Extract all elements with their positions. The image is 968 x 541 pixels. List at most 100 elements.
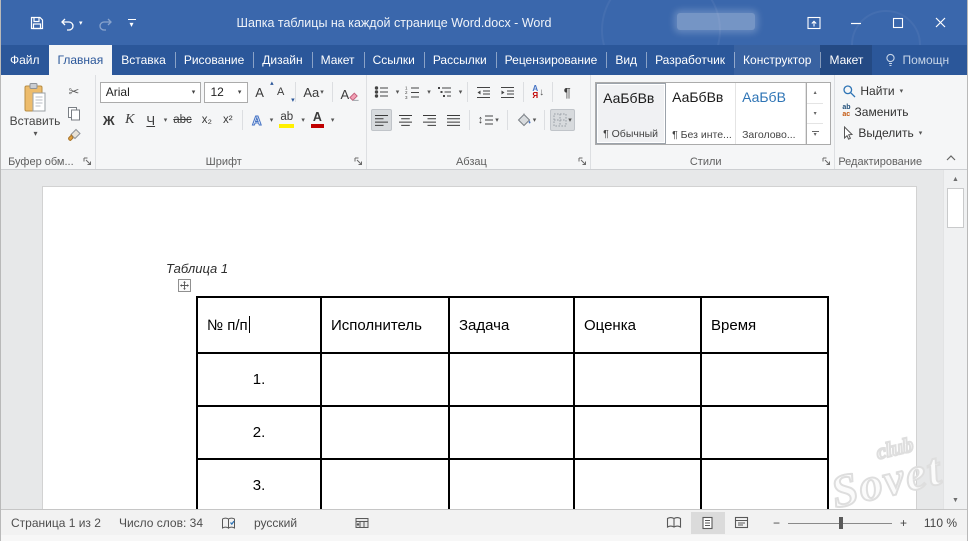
superscript-button[interactable]: x² bbox=[219, 109, 237, 131]
select-button[interactable]: Выделить ▾ bbox=[839, 122, 928, 143]
word-count[interactable]: Число слов: 34 bbox=[119, 516, 203, 530]
table-cell[interactable] bbox=[701, 459, 828, 509]
maximize-button[interactable] bbox=[877, 0, 919, 45]
numbering-dropdown-icon[interactable]: ▾ bbox=[427, 88, 431, 96]
document-page[interactable]: Таблица 1 № п/п Исполнитель Задача Оценк… bbox=[42, 186, 917, 509]
underline-button[interactable]: Ч bbox=[142, 109, 160, 131]
align-right-button[interactable] bbox=[419, 109, 440, 131]
table-cell[interactable] bbox=[574, 459, 701, 509]
style-heading1[interactable]: АаБбВ Заголово... bbox=[736, 83, 806, 144]
undo-dropdown-icon[interactable]: ▾ bbox=[79, 19, 83, 27]
print-layout-icon[interactable] bbox=[691, 512, 725, 534]
underline-dropdown-icon[interactable]: ▾ bbox=[164, 116, 168, 124]
table-cell[interactable] bbox=[449, 406, 574, 459]
font-size-dropdown-icon[interactable]: ▾ bbox=[233, 83, 247, 102]
grow-font-button[interactable]: А▴ bbox=[251, 81, 269, 103]
close-button[interactable] bbox=[919, 0, 961, 45]
line-spacing-button[interactable]: ↕▾ bbox=[475, 109, 502, 131]
bold-button[interactable]: Ж bbox=[100, 109, 118, 131]
shrink-font-button[interactable]: А▾ bbox=[272, 81, 290, 103]
scrollbar-up-icon[interactable]: ▲ bbox=[944, 171, 967, 187]
table-cell[interactable]: 1. bbox=[197, 353, 321, 406]
page-indicator[interactable]: Страница 1 из 2 bbox=[11, 516, 101, 530]
table-cell[interactable] bbox=[321, 459, 449, 509]
tell-me-button[interactable]: Помощн bbox=[876, 45, 957, 75]
find-dropdown-icon[interactable]: ▾ bbox=[900, 87, 904, 95]
bullets-icon[interactable] bbox=[371, 81, 392, 103]
read-mode-icon[interactable] bbox=[657, 512, 691, 534]
collapse-ribbon-icon[interactable] bbox=[945, 153, 957, 163]
change-case-button[interactable]: Aa▾ bbox=[301, 81, 327, 103]
multilevel-dropdown-icon[interactable]: ▾ bbox=[459, 88, 463, 96]
table-cell[interactable] bbox=[701, 406, 828, 459]
language-indicator[interactable]: русский bbox=[254, 516, 297, 530]
font-color-dropdown-icon[interactable]: ▾ bbox=[331, 116, 335, 124]
highlight-dropdown-icon[interactable]: ▾ bbox=[301, 116, 305, 124]
numbering-icon[interactable]: 123 bbox=[402, 81, 423, 103]
style-normal[interactable]: АаБбВв ¶ Обычный bbox=[596, 83, 666, 144]
clear-formatting-button[interactable]: А bbox=[338, 81, 363, 103]
tab-table-layout[interactable]: Макет bbox=[820, 45, 872, 75]
decrease-indent-icon[interactable] bbox=[473, 81, 494, 103]
paste-button[interactable]: Вставить ▾ bbox=[9, 82, 61, 138]
select-dropdown-icon[interactable]: ▾ bbox=[919, 129, 923, 137]
tab-mailings[interactable]: Рассылки bbox=[424, 45, 496, 75]
align-center-button[interactable] bbox=[395, 109, 416, 131]
style-no-spacing[interactable]: АаБбВв ¶ Без инте... bbox=[666, 83, 736, 144]
text-effects-button[interactable]: А bbox=[248, 109, 266, 131]
tab-home[interactable]: Главная bbox=[49, 45, 113, 75]
ribbon-display-options-button[interactable] bbox=[793, 0, 835, 45]
table-header-cell[interactable]: Исполнитель bbox=[321, 297, 449, 353]
scrollbar-down-icon[interactable]: ▼ bbox=[944, 492, 967, 508]
font-color-button[interactable]: А bbox=[308, 109, 327, 131]
zoom-in-button[interactable]: + bbox=[900, 516, 907, 530]
format-painter-icon[interactable] bbox=[65, 128, 83, 143]
table-cell[interactable] bbox=[574, 353, 701, 406]
font-size-combobox[interactable]: 12 ▾ bbox=[204, 82, 247, 103]
bullets-dropdown-icon[interactable]: ▾ bbox=[396, 88, 400, 96]
show-paragraph-marks-button[interactable]: ¶ bbox=[558, 81, 576, 103]
table-cell[interactable] bbox=[449, 353, 574, 406]
table-cell[interactable] bbox=[321, 406, 449, 459]
table-cell[interactable] bbox=[449, 459, 574, 509]
tab-file[interactable]: Файл bbox=[1, 45, 49, 75]
tab-insert[interactable]: Вставка bbox=[112, 45, 175, 75]
find-button[interactable]: Найти ▾ bbox=[839, 80, 928, 101]
minimize-button[interactable] bbox=[835, 0, 877, 45]
align-left-button[interactable] bbox=[371, 109, 392, 131]
styles-scroll-down-icon[interactable]: ▾ bbox=[807, 104, 823, 125]
subscript-button[interactable]: x₂ bbox=[198, 109, 216, 131]
table-caption[interactable]: Таблица 1 bbox=[166, 261, 228, 276]
customize-qat-button[interactable]: ▾ bbox=[128, 19, 136, 27]
tab-references[interactable]: Ссылки bbox=[364, 45, 424, 75]
copy-icon[interactable] bbox=[65, 106, 83, 121]
justify-button[interactable] bbox=[443, 109, 464, 131]
shading-bucket-icon[interactable]: ▾ bbox=[513, 109, 540, 131]
multilevel-list-icon[interactable] bbox=[434, 81, 455, 103]
font-family-combobox[interactable]: Arial ▾ bbox=[100, 82, 202, 103]
tab-review[interactable]: Рецензирование bbox=[496, 45, 607, 75]
tab-developer[interactable]: Разработчик bbox=[646, 45, 734, 75]
table-header-cell[interactable]: Оценка bbox=[574, 297, 701, 353]
table-cell[interactable] bbox=[701, 353, 828, 406]
tab-draw[interactable]: Рисование bbox=[175, 45, 253, 75]
table-header-cell[interactable]: № п/п bbox=[197, 297, 321, 353]
replace-button[interactable]: abac Заменить bbox=[839, 101, 928, 122]
macro-record-icon[interactable] bbox=[355, 517, 369, 529]
undo-button[interactable]: ▾ bbox=[59, 15, 83, 31]
zoom-slider-thumb[interactable] bbox=[839, 517, 843, 529]
styles-more-icon[interactable]: ▾ bbox=[807, 124, 823, 144]
styles-scroll-up-icon[interactable]: ▴ bbox=[807, 83, 823, 104]
table-header-cell[interactable]: Задача bbox=[449, 297, 574, 353]
zoom-out-button[interactable]: − bbox=[773, 516, 780, 530]
tab-layout[interactable]: Макет bbox=[312, 45, 364, 75]
text-highlight-button[interactable]: ab bbox=[276, 109, 297, 131]
italic-button[interactable]: К bbox=[121, 109, 139, 131]
proofing-icon[interactable] bbox=[221, 516, 236, 530]
clipboard-dialog-launcher-icon[interactable] bbox=[83, 157, 92, 166]
borders-button[interactable]: ▾ bbox=[550, 109, 575, 131]
table-header-cell[interactable]: Время bbox=[701, 297, 828, 353]
web-layout-icon[interactable] bbox=[725, 512, 759, 534]
share-icon[interactable] bbox=[957, 45, 968, 75]
zoom-percentage[interactable]: 110 % bbox=[919, 516, 957, 530]
